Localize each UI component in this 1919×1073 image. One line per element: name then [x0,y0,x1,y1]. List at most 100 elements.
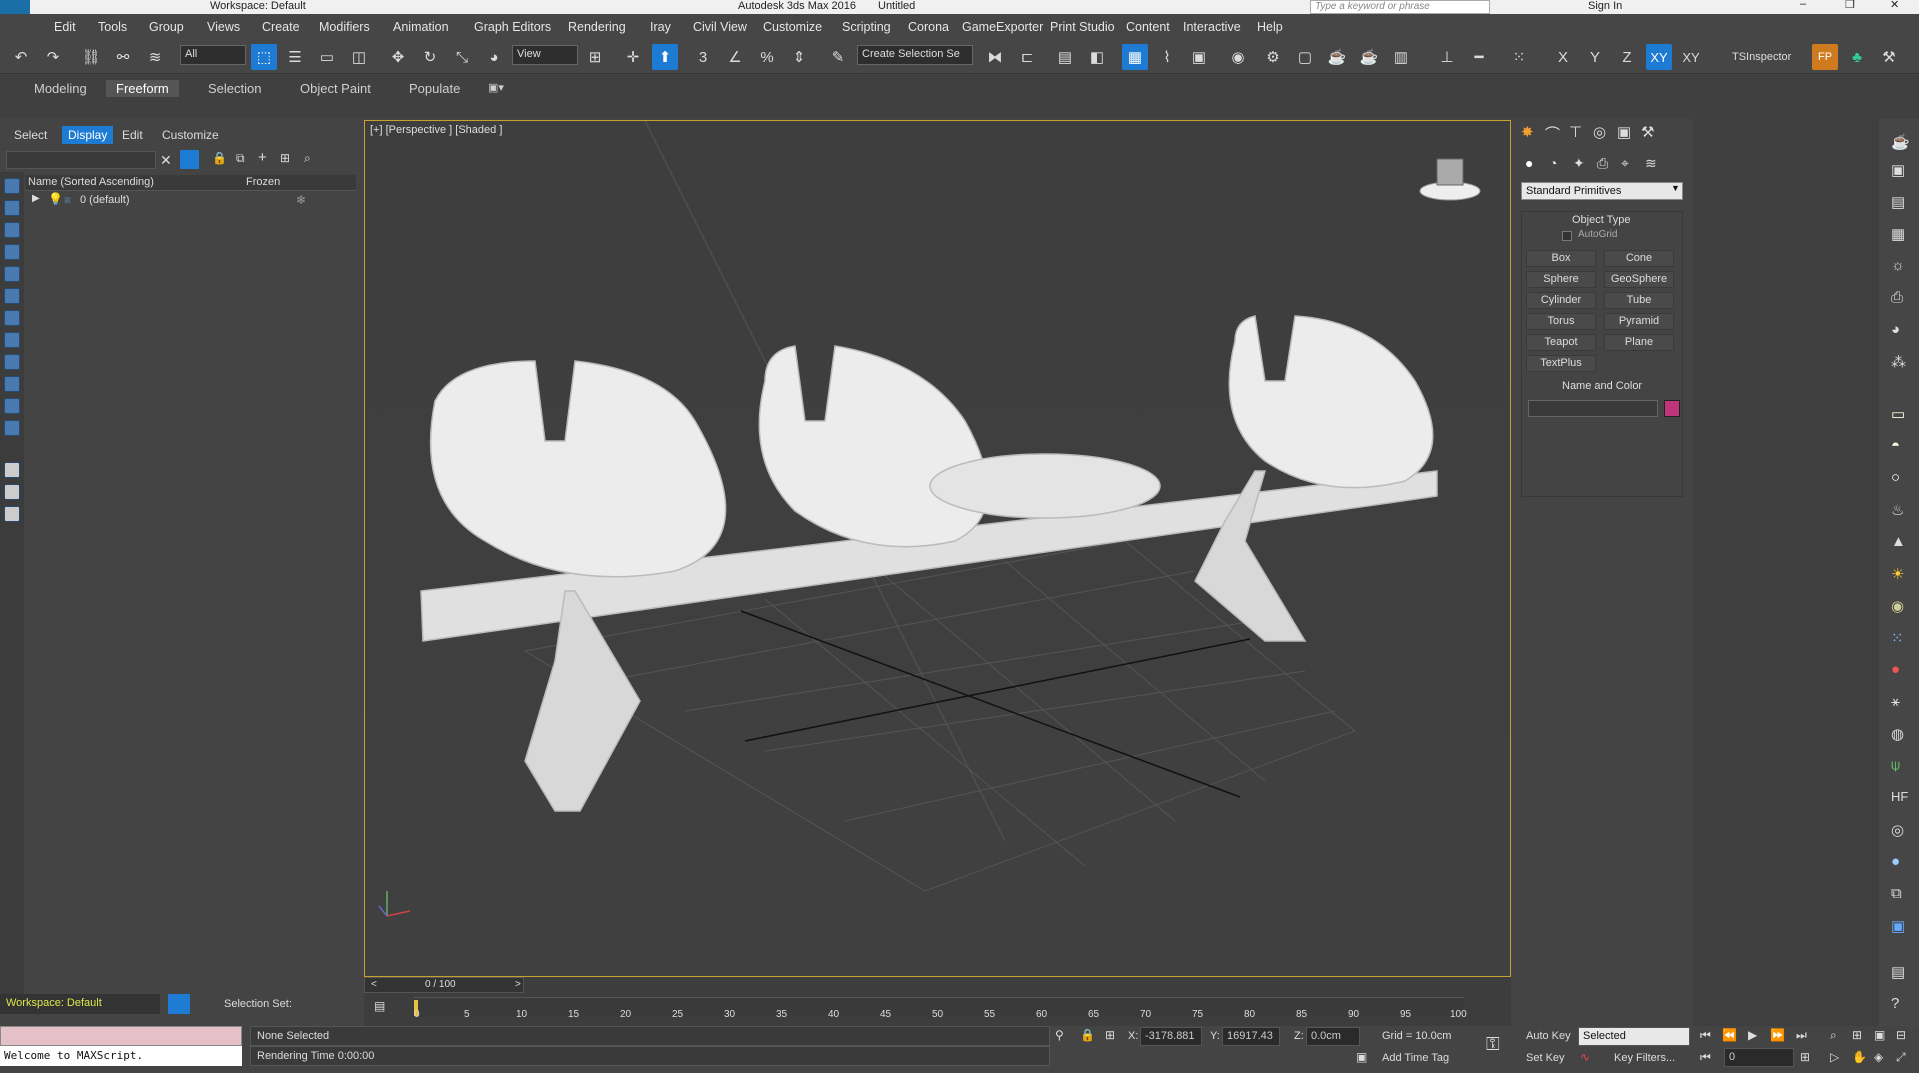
menu-print-studio[interactable]: Print Studio [1050,20,1115,34]
sphere-icon[interactable]: ○ [1891,469,1900,486]
object-color-swatch[interactable] [1664,400,1680,417]
selection-filter-dropdown[interactable]: All [180,45,246,65]
scene-tab-edit[interactable]: Edit [122,128,143,142]
scene-tab-select[interactable]: Select [14,128,47,142]
filter-icon[interactable] [180,150,199,169]
reference-coordinate-dropdown[interactable]: View [512,45,578,65]
chevron-down-icon[interactable]: ▼ [1671,183,1680,193]
modify-tab-icon[interactable]: ⌒ [1545,123,1560,144]
angle-snap-icon[interactable]: ∠ [722,44,748,70]
percent-snap-icon[interactable]: % [754,44,780,70]
fov-icon[interactable]: ▷ [1830,1050,1839,1064]
display-tab-icon[interactable]: ▣ [1617,123,1631,141]
key-icon[interactable]: ⚿ [1486,1034,1500,1055]
time-next-icon[interactable]: > [515,979,521,990]
spacewarps-icon[interactable]: ≋ [1645,155,1657,172]
geosphere-button[interactable]: GeoSphere [1604,271,1674,288]
axis-z-button[interactable]: Z [1614,44,1640,70]
strip-icon[interactable] [4,178,20,194]
redo-icon[interactable]: ↷ [40,44,66,70]
hf-icon[interactable]: HF [1891,789,1908,804]
time-slider[interactable]: < 0 / 100 > [364,977,524,993]
key-mode-icon[interactable]: ∿ [1580,1050,1590,1064]
column-frozen-header[interactable]: Frozen [246,176,280,188]
menu-corona[interactable]: Corona [908,20,949,34]
tube-icon[interactable]: ● [1891,661,1900,678]
menu-create[interactable]: Create [262,20,300,34]
strip-icon[interactable] [4,244,20,260]
strip-icon[interactable] [4,310,20,326]
cone-icon[interactable]: ▲ [1891,533,1906,550]
menu-help[interactable]: Help [1257,20,1283,34]
scene-explorer-icon[interactable]: ▦ [1122,44,1148,70]
y-coordinate-field[interactable]: 16917.43 [1222,1027,1280,1046]
light-icon[interactable]: ☼ [1891,257,1905,274]
z-coordinate-field[interactable]: 0.0cm [1306,1027,1360,1046]
strip-icon[interactable] [4,288,20,304]
menu-views[interactable]: Views [207,20,240,34]
expand-icon[interactable]: ▶ [32,193,40,204]
key-set-dropdown[interactable]: Selected [1578,1027,1690,1046]
named-selection-set-dropdown[interactable]: Create Selection Se [857,45,973,65]
select-manipulate-icon[interactable]: ✛ [620,44,646,70]
tube-button[interactable]: Tube [1604,292,1674,309]
layer-add-icon[interactable]: ⧉ [236,151,245,166]
window-crossing-icon[interactable]: ◫ [346,44,372,70]
menu-customize[interactable]: Customize [763,20,822,34]
strip-icon[interactable] [4,332,20,348]
disc-icon[interactable]: ◉ [1891,597,1904,615]
tab-selection[interactable]: Selection [208,81,261,96]
axis-y-button[interactable]: Y [1582,44,1608,70]
move-icon[interactable]: ✥ [385,44,411,70]
time-config-icon[interactable]: ⊞ [1800,1050,1810,1064]
zoom-icon[interactable]: ⌕ [1830,1028,1837,1043]
add-time-tag-button[interactable]: Add Time Tag [1382,1052,1449,1064]
tab-freeform[interactable]: Freeform [106,80,179,97]
teapot-object-icon[interactable]: ♨ [1891,501,1904,519]
perspective-viewport[interactable]: [+] [Perspective ] [Shaded ] [364,120,1511,977]
copy-icon[interactable]: ⧉ [1891,885,1902,902]
tsinspector-button[interactable]: TSInspector [1732,51,1791,63]
strip-icon[interactable] [4,420,20,436]
category-dropdown[interactable]: Standard Primitives [1521,182,1683,200]
time-tag-icon[interactable]: ▣ [1356,1050,1367,1064]
lock-icon[interactable]: 🔒 [212,151,227,165]
camera-icon[interactable]: ⎙ [1891,289,1903,306]
rollout-title[interactable]: Object Type [1572,214,1631,226]
document-icon[interactable]: ▤ [1891,193,1905,211]
box-button[interactable]: Box [1526,250,1596,267]
tab-populate[interactable]: Populate [409,81,460,96]
auto-key-button[interactable]: Auto Key [1526,1030,1571,1042]
tab-object-paint[interactable]: Object Paint [300,81,371,96]
pyramid-button[interactable]: Pyramid [1604,313,1674,330]
object-name-input[interactable] [1528,400,1658,417]
motion-tab-icon[interactable]: ◎ [1593,123,1606,141]
strip-icon[interactable] [4,398,20,414]
schematic-view-icon[interactable]: ▣ [1186,44,1212,70]
teapot-icon[interactable]: ☕ [1891,133,1910,151]
snaps-toggle-icon[interactable]: 3 [690,44,716,70]
rendered-frame-window-icon[interactable]: ▢ [1292,44,1318,70]
snap-points-icon[interactable]: ⁙ [1506,44,1532,70]
search-input[interactable]: Type a keyword or phrase [1310,0,1490,14]
layers-icon[interactable]: ◧ [1084,44,1110,70]
scene-tab-display[interactable]: Display [62,126,114,144]
selection-lock-icon[interactable]: 🔒 [1080,1028,1095,1042]
strip-icon[interactable] [4,462,20,478]
track-bar-icon[interactable]: ▤ [374,999,385,1013]
maxscript-listener-pink[interactable] [0,1026,242,1046]
sign-in-link[interactable]: Sign In [1588,0,1622,12]
tools-icon[interactable]: ⚒ [1876,44,1902,70]
previous-frame-icon[interactable]: ⏪ [1722,1028,1737,1042]
name-color-title[interactable]: Name and Color [1562,380,1642,392]
column-name-header[interactable]: Name (Sorted Ascending) [28,176,154,188]
render-iterative-icon[interactable]: ☕ [1356,44,1382,70]
globe-icon[interactable]: ◍ [1891,725,1904,743]
render-production-icon[interactable]: ☕ [1324,44,1350,70]
hierarchy-tab-icon[interactable]: ⊤ [1569,123,1582,141]
place-icon[interactable]: ◕ [481,44,507,70]
menu-tools[interactable]: Tools [98,20,127,34]
menu-civil-view[interactable]: Civil View [693,20,747,34]
maximize-viewport-icon[interactable]: ⤢ [1896,1050,1906,1065]
menu-interactive[interactable]: Interactive [1183,20,1241,34]
